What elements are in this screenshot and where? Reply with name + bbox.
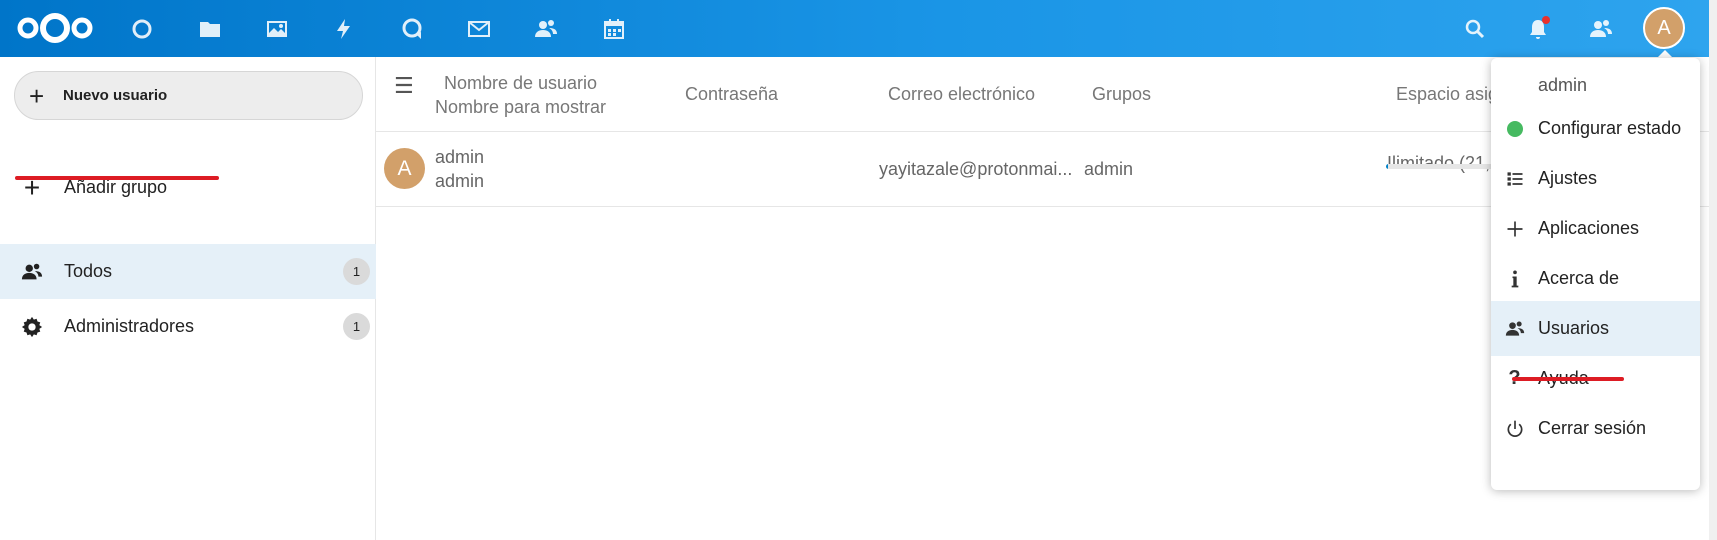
- calendar-icon[interactable]: [595, 10, 633, 48]
- activity-icon[interactable]: [325, 10, 363, 48]
- email-cell[interactable]: yayitazale@protonmai...: [879, 132, 1072, 206]
- search-icon[interactable]: [1456, 10, 1494, 48]
- email-value: yayitazale@protonmai...: [879, 158, 1073, 179]
- group-item-all[interactable]: Todos 1: [0, 244, 376, 299]
- avatar-initial: A: [1657, 16, 1671, 39]
- files-icon[interactable]: [191, 10, 229, 48]
- group-label: Administradores: [64, 316, 195, 336]
- quota-value: Ilimitado (21,: [1387, 152, 1491, 173]
- username-value: admin: [435, 147, 485, 167]
- menu-item-apps[interactable]: Aplicaciones: [1491, 201, 1700, 256]
- menu-item-users[interactable]: Usuarios: [1491, 301, 1700, 356]
- header-groups-label: Grupos: [1092, 84, 1152, 104]
- group-label: Todos: [64, 261, 113, 281]
- header-username-label: Nombre de usuario: [443, 72, 598, 93]
- contacts-menu-icon[interactable]: [1582, 10, 1620, 48]
- admin-gear-icon: [0, 316, 64, 338]
- menu-item-logout[interactable]: Cerrar sesión: [1491, 401, 1700, 456]
- menu-item-label: Configurar estado: [1538, 118, 1682, 138]
- menu-item-about[interactable]: Acerca de: [1491, 251, 1700, 306]
- avatar: A: [384, 148, 425, 189]
- app-navigation: + Nuevo usuario + Añadir grupo Todos 1 A…: [0, 57, 376, 540]
- users-icon: [1491, 319, 1538, 339]
- avatar-initial: A: [397, 156, 412, 180]
- hamburger-menu-icon[interactable]: ☰: [394, 73, 414, 99]
- group-count-badge: 1: [343, 258, 370, 285]
- mail-icon[interactable]: [460, 10, 498, 48]
- display-name-value: admin: [435, 171, 485, 191]
- notifications-bell-icon[interactable]: [1519, 10, 1557, 48]
- header-quota-label: Espacio asig: [1396, 84, 1499, 104]
- header-username[interactable]: Nombre de usuario Nombre para mostrar: [435, 57, 606, 132]
- header-display-name-label: Nombre para mostrar: [435, 96, 607, 117]
- power-icon: [1491, 419, 1538, 439]
- add-group-label: Añadir grupo: [64, 177, 168, 197]
- scrollbar[interactable]: [1709, 0, 1717, 540]
- header-email-label: Correo electrónico: [888, 84, 1036, 104]
- header-password: Contraseña: [685, 57, 778, 132]
- groups-cell[interactable]: admin: [1084, 132, 1133, 206]
- new-user-button[interactable]: + Nuevo usuario: [14, 71, 363, 120]
- menu-item-label: Ajustes: [1538, 168, 1598, 188]
- dashboard-icon[interactable]: [123, 10, 161, 48]
- group-item-admins[interactable]: Administradores 1: [0, 299, 376, 354]
- user-avatar-button[interactable]: A: [1643, 7, 1685, 49]
- nextcloud-logo[interactable]: [14, 8, 96, 48]
- notification-dot: [1542, 16, 1550, 24]
- talk-icon[interactable]: [393, 10, 431, 48]
- menu-item-status[interactable]: Configurar estado: [1491, 101, 1700, 156]
- annotation-underline: [1512, 377, 1624, 381]
- plus-icon: [1491, 219, 1538, 239]
- menu-item-settings[interactable]: Ajustes: [1491, 151, 1700, 206]
- quota-progress-bar: [1386, 164, 1496, 169]
- username-cell: admin admin: [435, 132, 484, 206]
- add-group-button[interactable]: + Añadir grupo: [0, 160, 376, 215]
- settings-list-icon: [1491, 169, 1538, 189]
- plus-icon: +: [29, 80, 45, 111]
- header-password-label: Contraseña: [685, 84, 779, 104]
- header-groups: Grupos: [1092, 57, 1151, 132]
- users-icon: [0, 261, 64, 283]
- contacts-icon[interactable]: [527, 10, 565, 48]
- header-quota: Espacio asig: [1396, 57, 1498, 132]
- new-user-label: Nuevo usuario: [63, 87, 168, 104]
- menu-item-label: Aplicaciones: [1538, 218, 1640, 238]
- quota-cell[interactable]: Ilimitado (21,: [1387, 126, 1490, 200]
- group-count-badge: 1: [343, 313, 370, 340]
- groups-value: admin: [1084, 158, 1134, 179]
- photos-icon[interactable]: [258, 10, 296, 48]
- header-email: Correo electrónico: [888, 57, 1035, 132]
- menu-item-label: Cerrar sesión: [1538, 418, 1647, 438]
- quota-progress-fill: [1386, 164, 1388, 169]
- top-header: A: [0, 0, 1717, 57]
- annotation-underline: [15, 176, 219, 180]
- info-icon: [1491, 269, 1538, 289]
- menu-item-label: Usuarios: [1538, 318, 1610, 338]
- status-dot-icon: [1506, 120, 1523, 137]
- user-menu-dropdown: admin Configurar estado Ajustes Aplicaci…: [1491, 58, 1700, 490]
- menu-item-label: Acerca de: [1538, 268, 1620, 288]
- user-name-label: admin: [1538, 75, 1588, 95]
